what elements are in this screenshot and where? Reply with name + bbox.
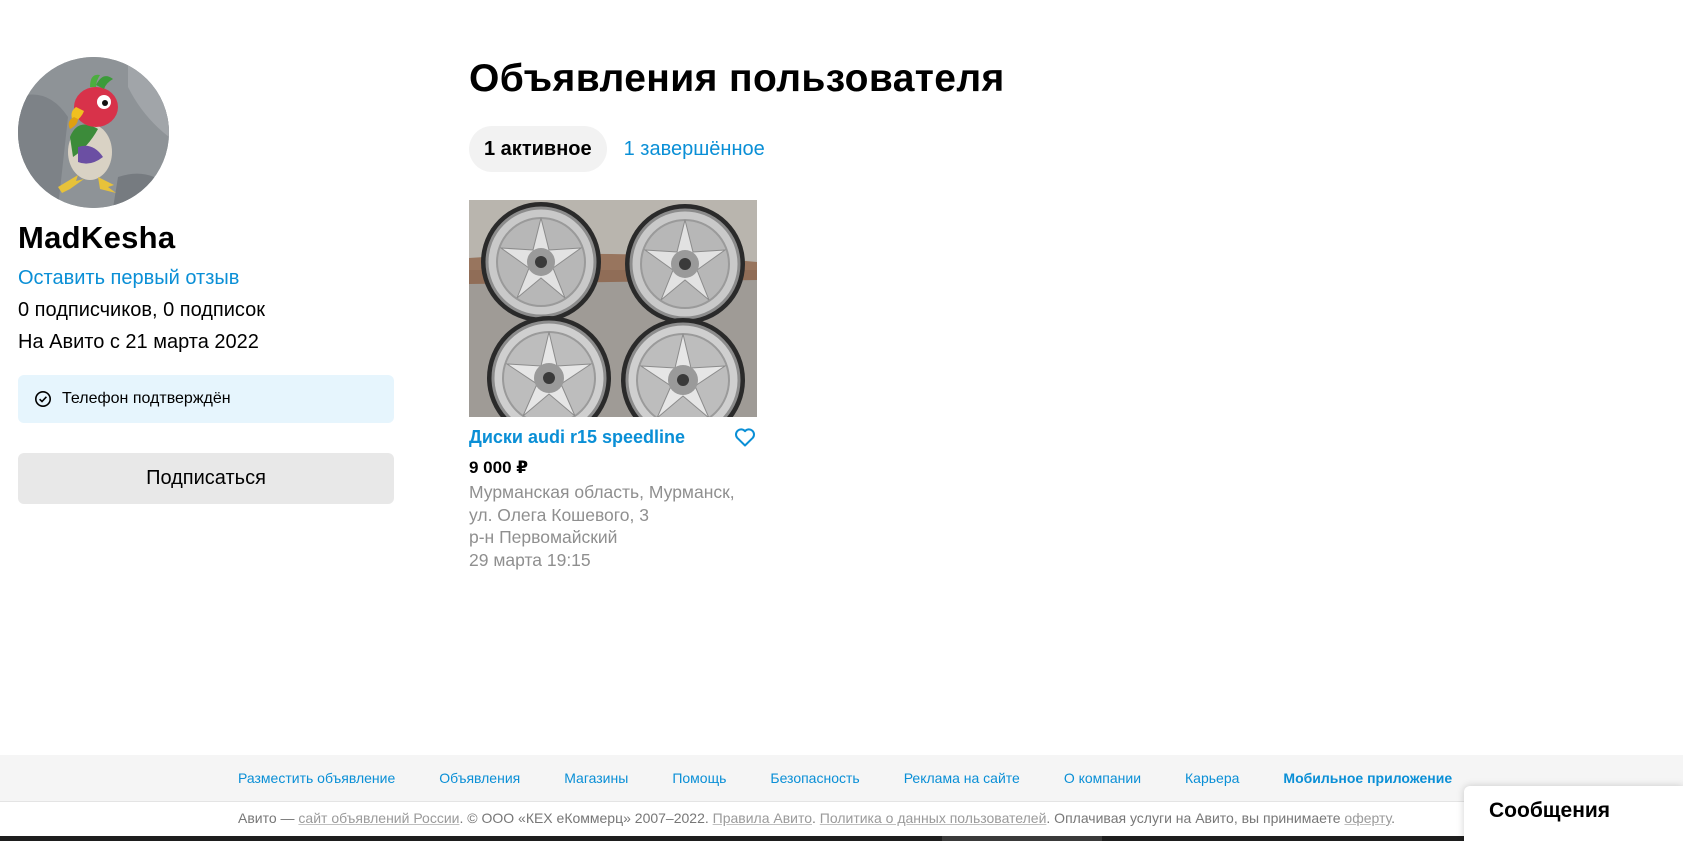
listing-date: 29 марта 19:15 [469, 549, 591, 570]
listing-price: 9 000 ₽ [469, 458, 529, 477]
footer-divider [0, 801, 1683, 802]
copyright-privacy-link[interactable]: Политика о данных пользователей [820, 810, 1047, 826]
footer-link-careers[interactable]: Карьера [1185, 770, 1239, 786]
bottom-bar-segment [942, 836, 1102, 841]
footer-link-post-ad[interactable]: Разместить объявление [238, 770, 395, 786]
avatar-parrot-image [18, 57, 169, 208]
listing-title[interactable]: Диски audi r15 speedline [469, 427, 685, 448]
copyright-line: Авито — сайт объявлений России. © ООО «К… [238, 810, 1395, 826]
page-title: Объявления пользователя [469, 57, 1005, 100]
wheel-rims-image [469, 200, 757, 417]
footer-link-ads[interactable]: Объявления [439, 770, 520, 786]
footer-link-safety[interactable]: Безопасность [770, 770, 859, 786]
user-name: MadKesha [18, 220, 176, 255]
footer-link-mobile-app[interactable]: Мобильное приложение [1283, 770, 1452, 786]
copyright-offer-link[interactable]: оферту [1344, 810, 1391, 826]
messages-label: Сообщения [1489, 799, 1611, 822]
avatar[interactable] [18, 57, 169, 208]
footer: Разместить объявление Объявления Магазин… [0, 755, 1683, 801]
tab-active-listings[interactable]: 1 активное [469, 126, 607, 172]
footer-nav: Разместить объявление Объявления Магазин… [238, 755, 1452, 801]
listing-title-row: Диски audi r15 speedline [469, 425, 757, 449]
check-circle-icon [34, 390, 52, 408]
member-since: На Авито с 21 марта 2022 [18, 331, 259, 353]
copyright-sep: . [812, 810, 820, 826]
footer-link-about[interactable]: О компании [1064, 770, 1141, 786]
phone-verified-label: Телефон подтверждён [62, 390, 231, 407]
subscribers-stats: 0 подписчиков, 0 подписок [18, 299, 266, 321]
footer-link-shops[interactable]: Магазины [564, 770, 628, 786]
listings-section: Объявления пользователя 1 активное 1 зав… [469, 52, 1005, 571]
copyright-prefix: Авито — [238, 810, 299, 826]
heart-icon[interactable] [733, 425, 757, 449]
listing-photo[interactable] [469, 200, 757, 417]
listing-card[interactable]: Диски audi r15 speedline 9 000 ₽ Мурманс… [469, 200, 757, 571]
profile-sidebar: MadKesha Оставить первый отзыв 0 подписч… [18, 57, 394, 504]
bottom-bar [0, 836, 1683, 841]
copyright-company: . © ООО «КЕХ еКоммерц» 2007–2022. [459, 810, 713, 826]
listing-address: Мурманская область, Мурманск, ул. Олега … [469, 482, 735, 525]
listing-district: р-н Первомайский [469, 527, 618, 547]
copyright-site-link[interactable]: сайт объявлений России [298, 810, 459, 826]
footer-link-help[interactable]: Помощь [672, 770, 726, 786]
copyright-suffix: . [1391, 810, 1396, 826]
copyright-rules-link[interactable]: Правила Авито [713, 810, 812, 826]
copyright-text-mid: . Оплачивая услуги на Авито, вы принимае… [1046, 810, 1345, 826]
listing-tabs: 1 активное 1 завершённое [469, 126, 1005, 172]
footer-link-advertising[interactable]: Реклама на сайте [904, 770, 1020, 786]
tab-completed-listings[interactable]: 1 завершённое [607, 126, 780, 172]
phone-verified-badge: Телефон подтверждён [18, 375, 394, 423]
subscribe-button[interactable]: Подписаться [18, 453, 394, 504]
messages-widget[interactable]: Сообщения [1464, 786, 1683, 841]
leave-review-link[interactable]: Оставить первый отзыв [18, 265, 394, 291]
